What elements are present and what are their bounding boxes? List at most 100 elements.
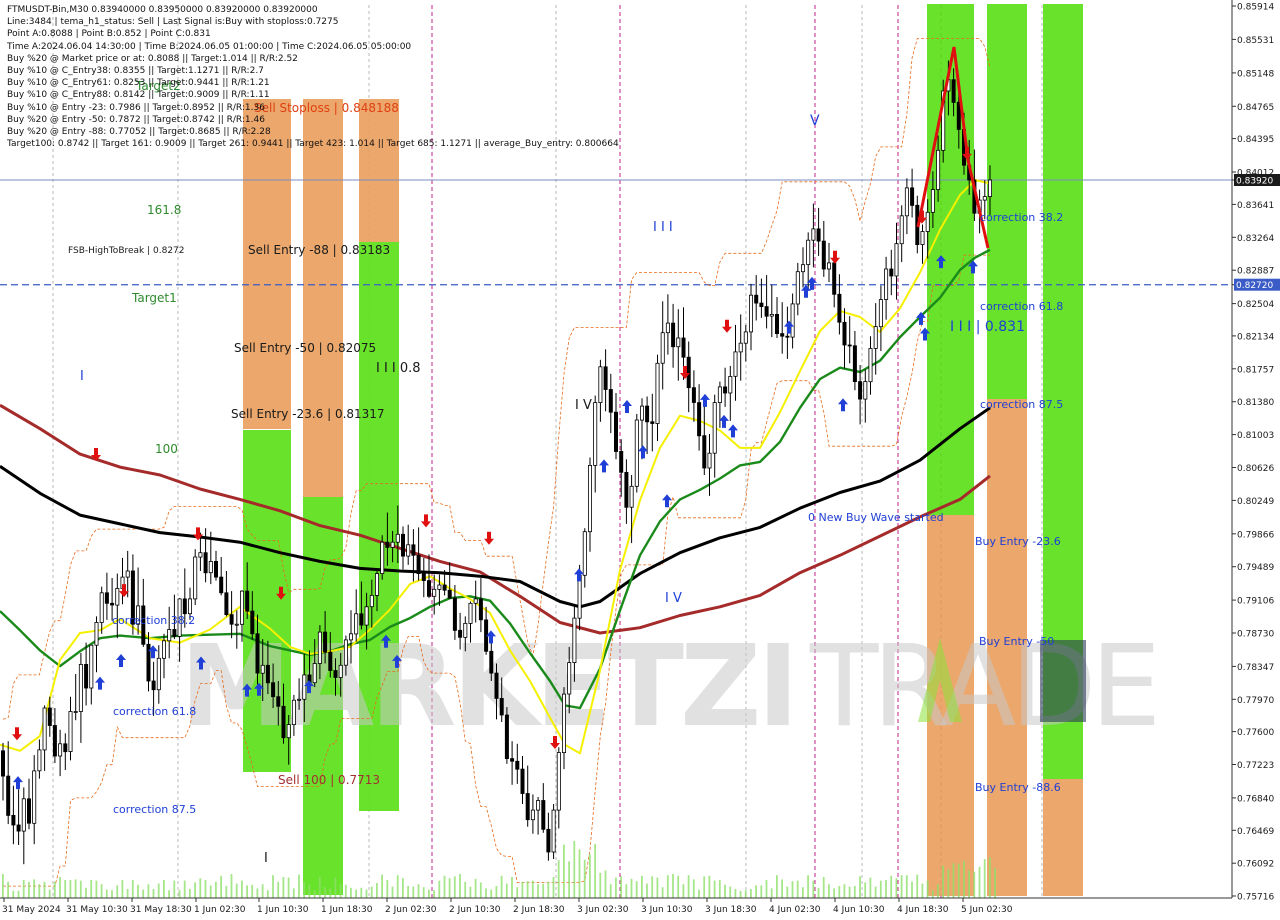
volume-bar: [105, 889, 108, 898]
volume-bar: [412, 886, 415, 898]
candle-body-bear: [447, 589, 452, 599]
candle-body-bull: [89, 644, 94, 689]
candle-body-bear: [852, 345, 857, 382]
volume-bar: [786, 886, 789, 898]
volume-bar: [609, 884, 612, 898]
candle-body-bear: [520, 768, 525, 794]
candle-body-bull: [738, 342, 743, 353]
volume-bar: [666, 875, 669, 898]
volume-bar: [822, 877, 825, 898]
candle-body-bear: [219, 576, 224, 594]
volume-bar: [973, 871, 976, 898]
volume-bar: [968, 870, 970, 898]
candle: [525, 765, 530, 827]
candle-body-bull: [904, 187, 909, 217]
candle-body-bull: [380, 541, 385, 575]
candle-body-bear: [442, 584, 447, 591]
volume-bar: [43, 881, 46, 898]
candle-body-bull: [551, 809, 556, 853]
candle-body-bull: [629, 485, 634, 508]
volume-bar: [490, 889, 493, 898]
candle-body-bull: [68, 711, 73, 752]
volume-bar: [625, 884, 628, 898]
candle-body-bull: [598, 366, 603, 403]
candle-body-bull: [369, 595, 374, 608]
candle: [42, 705, 47, 771]
candle: [504, 707, 509, 764]
candle-body-bull: [556, 752, 561, 811]
x-tick-label: 1 Jun 18:30: [321, 905, 373, 915]
volume-layer: [2, 841, 996, 898]
candle-body-bear: [702, 435, 707, 469]
volume-bar: [428, 889, 430, 898]
x-tick-label: 31 May 18:30: [130, 905, 192, 915]
x-tick-label: 5 Jun 02:30: [961, 905, 1013, 915]
candle-body-bull: [790, 303, 795, 338]
volume-bar: [765, 880, 768, 898]
volume-bar: [677, 875, 680, 898]
volume-bar: [698, 889, 700, 898]
candle: [775, 297, 780, 338]
candle: [484, 606, 489, 655]
volume-bar: [947, 869, 950, 898]
candle: [847, 316, 852, 364]
candle-body-bear: [832, 262, 837, 295]
sell-arrow-icon: [484, 531, 494, 545]
volume-bar: [734, 889, 737, 898]
candle: [852, 331, 857, 391]
volume-bar: [17, 890, 20, 898]
candle: [99, 586, 104, 634]
volume-bar: [298, 874, 300, 898]
volume-bar: [152, 889, 155, 898]
candle-body-bull: [99, 592, 104, 623]
volume-bar: [287, 877, 290, 898]
candle-body-bear: [515, 760, 520, 770]
candle-body-bear: [333, 670, 338, 678]
candle-body-bear: [759, 302, 764, 308]
volume-bar: [241, 880, 243, 898]
candle-body-bull: [239, 590, 244, 625]
volume-bar: [599, 872, 602, 898]
wave-iii-label: I I I: [653, 220, 673, 235]
volume-bar: [308, 884, 311, 898]
volume-bar: [448, 878, 451, 898]
volume-bar: [251, 884, 254, 898]
volume-bar: [760, 885, 763, 898]
info-line: Line:3484 | tema_h1_status: Sell | Last …: [7, 17, 339, 28]
info-line: Buy %20 @ Entry -88: 0.77052 || Target:0…: [7, 127, 271, 138]
volume-bar: [173, 880, 176, 898]
volume-bar: [921, 883, 924, 898]
volume-bar: [983, 859, 986, 898]
candle: [104, 572, 109, 620]
candle-body-bull: [395, 533, 400, 543]
volume-bar: [417, 884, 420, 898]
buy-arrow-icon: [662, 494, 672, 508]
volume-bar: [235, 883, 238, 898]
sell-entry-236-label: Sell Entry -23.6 | 0.81317: [231, 407, 385, 421]
correction-382-left-label: correction 38.2: [112, 614, 195, 627]
candle-body-bull: [286, 724, 291, 739]
wave-i-bottom-label: I: [264, 851, 268, 866]
volume-bar: [121, 880, 124, 898]
sell-arrow-icon: [722, 319, 732, 333]
candle-body-bear: [951, 79, 956, 103]
candle: [780, 302, 785, 354]
volume-bar: [807, 875, 809, 898]
candle-body-bear: [764, 306, 769, 317]
candle-body-bear: [499, 698, 504, 716]
candle-body-bull: [769, 313, 774, 317]
candle-body-bull: [73, 711, 78, 713]
candle-body-bull: [297, 698, 302, 701]
candle: [671, 303, 676, 368]
volume-bar: [656, 877, 659, 898]
volume-bar: [209, 885, 212, 898]
candle: [78, 653, 83, 743]
x-tick-label: 4 Jun 18:30: [897, 905, 949, 915]
buy-arrow-icon: [728, 424, 738, 438]
x-tick-label: 31 May 10:30: [66, 905, 128, 915]
candle: [161, 633, 166, 679]
sell-100-label: Sell 100 | 0.7713: [278, 773, 380, 787]
volume-bar: [116, 885, 119, 898]
candle-body-bear: [681, 337, 686, 358]
volume-bar: [199, 878, 202, 898]
